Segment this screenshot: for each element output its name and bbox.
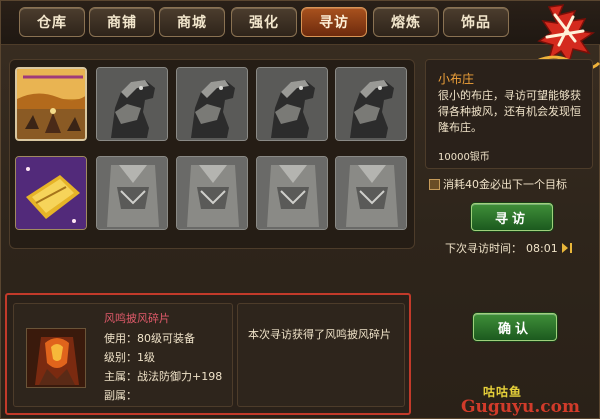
result-message-box: 本次寻访获得了风鸣披风碎片 xyxy=(237,303,405,407)
play-icon[interactable] xyxy=(561,243,572,253)
confirm-button[interactable]: 确认 xyxy=(473,313,557,341)
tab-mall[interactable]: 商城 xyxy=(159,7,225,37)
item-level: 级别：1级 xyxy=(104,351,155,364)
tab-enhance[interactable]: 强化 xyxy=(231,7,297,37)
visit-gallery xyxy=(9,59,415,249)
location-description: 很小的布庄，寻访可望能够获得各种披风，还有机会发现恒隆布庄。 xyxy=(438,89,581,134)
tab-visit[interactable]: 寻访 xyxy=(301,7,367,37)
item-name: 风鸣披风碎片 xyxy=(104,312,170,325)
item-detail-box: 风鸣披风碎片 使用：80级可装备 级别：1级 主属：战法防御力+198 副属： xyxy=(13,303,233,407)
gallery-slot-cloak[interactable] xyxy=(96,156,168,230)
cloak-fragment-icon xyxy=(26,328,86,388)
guarantee-checkbox[interactable] xyxy=(429,178,440,190)
game-window: 仓库 商铺 商城 强化 寻访 熔炼 饰品 小布庄 很小的布庄，寻访可望能够获得各… xyxy=(0,0,600,419)
item-main-attr: 主属：战法防御力+198 xyxy=(104,370,223,383)
guarantee-label: 消耗40金必出下一个目标 xyxy=(443,178,567,191)
gallery-slot-horse[interactable] xyxy=(256,67,328,141)
gallery-slot-landscape[interactable] xyxy=(15,67,87,141)
tab-accessories[interactable]: 饰品 xyxy=(443,7,509,37)
next-visit-row: 下次寻访时间： 08:01 xyxy=(445,241,572,255)
result-message: 本次寻访获得了风鸣披风碎片 xyxy=(248,328,391,341)
tab-bar: 仓库 商铺 商城 强化 寻访 熔炼 饰品 xyxy=(1,1,600,45)
site-watermark: 咕咕鱼 Guguyu.com xyxy=(461,383,597,417)
gallery-slot-horse[interactable] xyxy=(96,67,168,141)
location-info-panel: 小布庄 很小的布庄，寻访可望能够获得各种披风，还有机会发现恒隆布庄。 10000… xyxy=(425,59,593,169)
item-sub-attr: 副属： xyxy=(104,389,137,402)
location-price: 10000银币 xyxy=(438,152,490,163)
guarantee-option[interactable]: 消耗40金必出下一个目标 xyxy=(429,177,567,191)
tab-warehouse[interactable]: 仓库 xyxy=(19,7,85,37)
gallery-slot-horse[interactable] xyxy=(176,67,248,141)
tab-shop[interactable]: 商铺 xyxy=(89,7,155,37)
gallery-slot-scroll[interactable] xyxy=(15,156,87,230)
gallery-slot-cloak[interactable] xyxy=(335,156,407,230)
location-title: 小布庄 xyxy=(438,72,475,86)
watermark-en: Guguyu.com xyxy=(461,397,580,417)
next-visit-time: 08:01 xyxy=(526,241,558,255)
gallery-slot-cloak[interactable] xyxy=(256,156,328,230)
next-visit-label: 下次寻访时间： xyxy=(445,242,522,255)
item-use: 使用：80级可装备 xyxy=(104,332,195,345)
gallery-slot-horse[interactable] xyxy=(335,67,407,141)
visit-button[interactable]: 寻访 xyxy=(471,203,553,231)
tab-smelt[interactable]: 熔炼 xyxy=(373,7,439,37)
gallery-slot-cloak[interactable] xyxy=(176,156,248,230)
result-panel: 风鸣披风碎片 使用：80级可装备 级别：1级 主属：战法防御力+198 副属： … xyxy=(5,293,411,415)
